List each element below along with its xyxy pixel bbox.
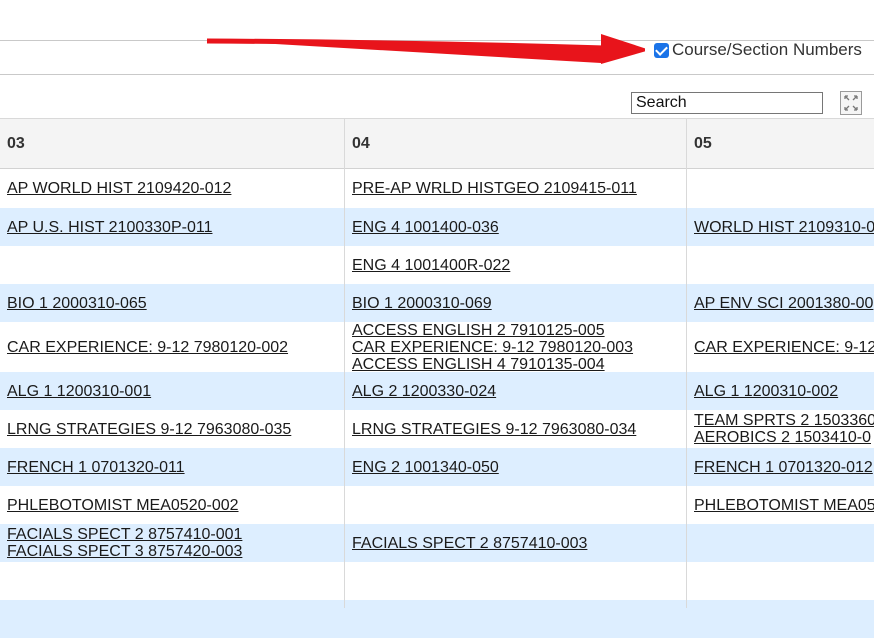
schedule-cell: [687, 562, 874, 600]
schedule-cell: ALG 2 1200330-024: [345, 372, 686, 410]
course-link[interactable]: FRENCH 1 0701320-012: [694, 459, 874, 476]
course-section-numbers-checkbox[interactable]: [654, 42, 669, 58]
schedule-cell: [345, 562, 686, 600]
course-link[interactable]: CAR EXPERIENCE: 9-12 7980120-002: [7, 339, 344, 356]
schedule-cell: PHLEBOTOMIST MEA0520-002: [0, 486, 344, 524]
schedule-cell: ENG 4 1001400R-022: [345, 246, 686, 284]
course-link[interactable]: AP WORLD HIST 2109420-012: [7, 180, 344, 197]
schedule-cell: LRNG STRATEGIES 9-12 7963080-035: [0, 410, 344, 448]
course-section-numbers-label[interactable]: Course/Section Numbers: [672, 40, 862, 60]
course-link[interactable]: ACCESS ENGLISH 2 7910125-005: [352, 322, 686, 339]
schedule-cell: [687, 524, 874, 562]
course-link[interactable]: FRENCH 1 0701320-011: [7, 459, 344, 476]
schedule-cell: AP WORLD HIST 2109420-012: [0, 169, 344, 208]
schedule-cell: ENG 4 1001400-036: [345, 208, 686, 246]
table-row: PHLEBOTOMIST MEA0520-002 PHLEBOTOMIST MEA…: [0, 486, 874, 524]
table-row: [0, 562, 874, 600]
column-header-04: 04: [345, 118, 686, 169]
table-row: ALG 1 1200310-001 ALG 2 1200330-024 ALG 1 …: [0, 372, 874, 410]
course-section-numbers-option[interactable]: Course/Section Numbers: [654, 40, 862, 60]
course-link[interactable]: BIO 1 2000310-065: [7, 295, 344, 312]
schedule-cell: ACCESS ENGLISH 2 7910125-005 CAR EXPERIEN…: [345, 322, 686, 373]
course-link[interactable]: CAR EXPERIENCE: 9-12 7980120-003: [352, 339, 686, 356]
course-link[interactable]: LRNG STRATEGIES 9-12 7963080-034: [352, 421, 686, 438]
course-link[interactable]: ENG 4 1001400R-022: [352, 257, 686, 274]
schedule-cell: [687, 169, 874, 208]
schedule-cell: WORLD HIST 2109310-0: [687, 208, 874, 246]
schedule-cell: [687, 246, 874, 284]
schedule-cell: FRENCH 1 0701320-011: [0, 448, 344, 486]
course-link[interactable]: BIO 1 2000310-069: [352, 295, 686, 312]
schedule-cell: FACIALS SPECT 2 8757410-003: [345, 524, 686, 562]
table-row: [0, 600, 874, 638]
course-link[interactable]: CAR EXPERIENCE: 9-12: [694, 339, 874, 356]
schedule-cell: [0, 562, 344, 600]
course-link[interactable]: ALG 1 1200310-002: [694, 383, 874, 400]
schedule-cell: [345, 600, 686, 638]
course-link[interactable]: FACIALS SPECT 3 8757420-003: [7, 543, 344, 560]
schedule-cell: ALG 1 1200310-002: [687, 372, 874, 410]
schedule-cell: CAR EXPERIENCE: 9-12 7980120-002: [0, 322, 344, 372]
column-divider: [344, 118, 345, 608]
column-header-03: 03: [0, 118, 344, 169]
schedule-cell: ALG 1 1200310-001: [0, 372, 344, 410]
course-link[interactable]: FACIALS SPECT 2 8757410-001: [7, 526, 344, 543]
schedule-cell: FACIALS SPECT 2 8757410-001 FACIALS SPECT…: [0, 524, 344, 562]
schedule-cell: LRNG STRATEGIES 9-12 7963080-034: [345, 410, 686, 448]
course-link[interactable]: AP ENV SCI 2001380-00: [694, 295, 874, 312]
schedule-cell: BIO 1 2000310-065: [0, 284, 344, 322]
table-row: FACIALS SPECT 2 8757410-001 FACIALS SPECT…: [0, 524, 874, 562]
schedule-cell: [345, 486, 686, 524]
schedule-cell: AP U.S. HIST 2100330P-011: [0, 208, 344, 246]
search-input[interactable]: [631, 92, 823, 114]
red-arrow-annotation-icon: [206, 34, 645, 64]
course-link[interactable]: TEAM SPRTS 2 1503360: [694, 412, 874, 429]
schedule-cell: AP ENV SCI 2001380-00: [687, 284, 874, 322]
schedule-cell: ENG 2 1001340-050: [345, 448, 686, 486]
course-link[interactable]: ALG 2 1200330-024: [352, 383, 686, 400]
toolbar-divider-bottom: [0, 74, 874, 75]
table-row: CAR EXPERIENCE: 9-12 7980120-002 ACCESS E…: [0, 322, 874, 373]
table-row: BIO 1 2000310-065 BIO 1 2000310-069 AP ENV…: [0, 284, 874, 322]
course-link[interactable]: LRNG STRATEGIES 9-12 7963080-035: [7, 421, 344, 438]
schedule-cell: CAR EXPERIENCE: 9-12: [687, 322, 874, 372]
course-link[interactable]: ACCESS ENGLISH 4 7910135-004: [352, 356, 686, 373]
schedule-cell: [687, 600, 874, 638]
schedule-cell: BIO 1 2000310-069: [345, 284, 686, 322]
course-link[interactable]: WORLD HIST 2109310-0: [694, 219, 874, 236]
table-row: ENG 4 1001400R-022: [0, 246, 874, 284]
table-row: FRENCH 1 0701320-011 ENG 2 1001340-050 FRE…: [0, 448, 874, 486]
column-header-05: 05: [687, 118, 874, 169]
course-link[interactable]: AP U.S. HIST 2100330P-011: [7, 219, 344, 236]
schedule-cell: PHLEBOTOMIST MEA05: [687, 486, 874, 524]
schedule-cell: PRE-AP WRLD HISTGEO 2109415-011: [345, 169, 686, 208]
schedule-cell: FRENCH 1 0701320-012: [687, 448, 874, 486]
course-link[interactable]: AEROBICS 2 1503410-0: [694, 429, 874, 446]
course-link[interactable]: ENG 2 1001340-050: [352, 459, 686, 476]
column-divider: [686, 118, 687, 608]
course-link[interactable]: PRE-AP WRLD HISTGEO 2109415-011: [352, 180, 686, 197]
schedule-cell: [0, 246, 344, 284]
course-link[interactable]: PHLEBOTOMIST MEA0520-002: [7, 497, 344, 514]
table-row: AP WORLD HIST 2109420-012 PRE-AP WRLD HIS…: [0, 169, 874, 208]
schedule-cell: [0, 600, 344, 638]
table-row: AP U.S. HIST 2100330P-011 ENG 4 1001400-0…: [0, 208, 874, 246]
course-link[interactable]: ALG 1 1200310-001: [7, 383, 344, 400]
course-link[interactable]: PHLEBOTOMIST MEA05: [694, 497, 874, 514]
table-row: LRNG STRATEGIES 9-12 7963080-035 LRNG STR…: [0, 410, 874, 448]
schedule-cell: TEAM SPRTS 2 1503360 AEROBICS 2 1503410-0: [687, 410, 874, 448]
expand-arrows-icon[interactable]: [840, 91, 862, 115]
course-link[interactable]: FACIALS SPECT 2 8757410-003: [352, 535, 686, 552]
course-link[interactable]: ENG 4 1001400-036: [352, 219, 686, 236]
